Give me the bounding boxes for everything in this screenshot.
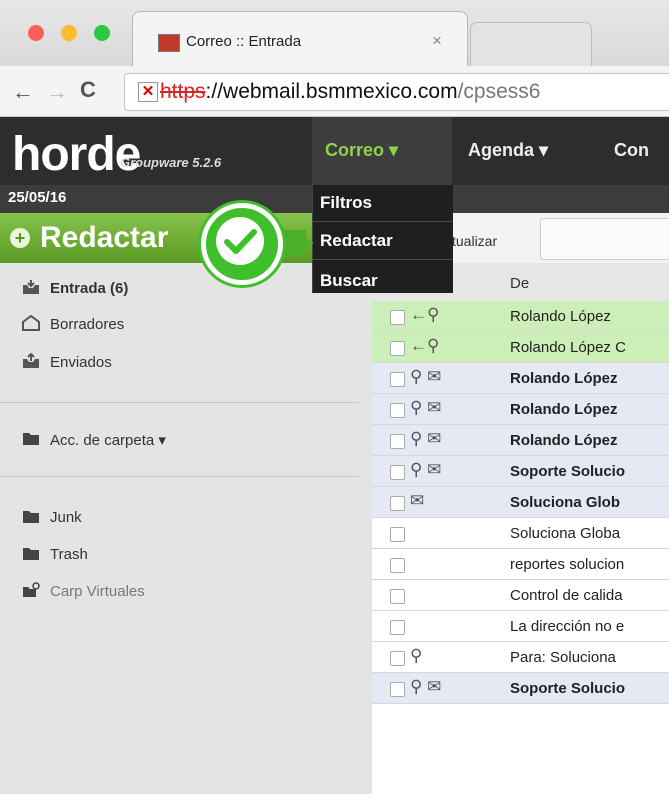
message-row[interactable]: reportes solucion (372, 549, 669, 580)
close-window-button[interactable] (28, 25, 44, 41)
folder-icon (23, 548, 39, 560)
new-tab-button[interactable] (470, 22, 592, 67)
message-status-icon: ⚲ ✉ (410, 367, 442, 386)
plus-icon: + (10, 228, 30, 248)
minimize-window-button[interactable] (61, 25, 77, 41)
message-checkbox[interactable] (390, 496, 405, 511)
reload-icon[interactable]: C (80, 77, 96, 103)
message-from: Soluciona Glob (510, 494, 621, 511)
folder-trash[interactable]: Trash (50, 546, 350, 563)
message-from: Soluciona Globa (510, 525, 621, 542)
list-gutter (359, 301, 372, 794)
message-row[interactable]: ⚲ ✉ Rolando López (372, 425, 669, 456)
message-from: La dirección no e (510, 618, 625, 635)
message-checkbox[interactable] (390, 682, 405, 697)
forward-arrow-icon[interactable]: → (46, 79, 68, 105)
message-status-icon: ←⚲ (410, 305, 440, 324)
message-row[interactable]: ⚲ Para: Soluciona (372, 642, 669, 673)
sent-icon (23, 353, 39, 368)
message-checkbox[interactable] (390, 558, 405, 573)
message-row[interactable]: La dirección no e (372, 611, 669, 642)
compose-button-label[interactable]: Redactar (40, 221, 168, 255)
url-path: /cpsess6 (457, 80, 541, 103)
folder-icon (23, 433, 39, 445)
message-from: Control de calida (510, 587, 623, 604)
folder-junk[interactable]: Junk (50, 509, 350, 526)
virtual-folder-icon (23, 582, 40, 597)
message-status-icon: ⚲ (410, 646, 423, 665)
message-from: Para: Soluciona (510, 649, 616, 666)
message-checkbox[interactable] (390, 310, 405, 325)
message-row[interactable]: ⚲ ✉ Rolando López (372, 363, 669, 394)
divider (312, 221, 452, 222)
message-checkbox[interactable] (390, 589, 405, 604)
folder-icon (23, 511, 39, 523)
horde-version: Groupware 5.2.6 (120, 155, 222, 170)
message-row[interactable]: ←⚲ Rolando López (372, 301, 669, 332)
back-arrow-icon[interactable]: ← (12, 79, 34, 105)
message-row[interactable]: ⚲ ✉ Soporte Solucio (372, 673, 669, 704)
message-from: Rolando López (510, 401, 618, 418)
menu-agenda-label[interactable]: Agenda ▾ (468, 140, 548, 161)
message-checkbox[interactable] (390, 651, 405, 666)
tab-title: Correo :: Entrada (186, 33, 302, 50)
message-checkbox[interactable] (390, 341, 405, 356)
message-status-icon: ✉ (410, 491, 425, 510)
message-from: reportes solucion (510, 556, 625, 573)
menu-contactos-label[interactable]: Con (614, 140, 649, 161)
url-scheme: https (160, 80, 206, 103)
folder-drafts[interactable]: Borradores (50, 316, 350, 333)
message-from: Rolando López (510, 308, 611, 325)
folder-inbox[interactable]: Entrada (6) (50, 280, 350, 297)
current-date: 25/05/16 (8, 189, 67, 206)
message-from: Rolando López C (510, 339, 626, 356)
message-from: Rolando López (510, 370, 618, 387)
message-from: Soporte Solucio (510, 463, 626, 480)
checkmark-icon (216, 217, 264, 265)
message-from: Rolando López (510, 432, 618, 449)
url-text[interactable]: https://webmail.bsmmexico.com/cpsess6 (160, 80, 540, 104)
menu-correo-label[interactable]: Correo ▾ (325, 140, 398, 161)
message-row[interactable]: ✉ Soluciona Glob (372, 487, 669, 518)
folder-sent[interactable]: Enviados (50, 354, 350, 371)
tab-close-icon[interactable]: × (432, 31, 442, 51)
sidebar (0, 213, 359, 794)
message-status-icon: ⚲ ✉ (410, 429, 442, 448)
menu-item-filtros[interactable]: Filtros (320, 193, 372, 213)
refresh-button[interactable]: tualizar (452, 233, 497, 249)
message-from: Soporte Solucio (510, 680, 626, 697)
mail-favicon-icon (158, 34, 180, 52)
divider (312, 259, 452, 260)
message-status-icon: ⚲ ✉ (410, 398, 442, 417)
divider (0, 402, 359, 403)
message-status-icon: ⚲ ✉ (410, 460, 442, 479)
message-row[interactable]: ←⚲ Rolando López C (372, 332, 669, 363)
message-row[interactable]: Control de calida (372, 580, 669, 611)
message-checkbox[interactable] (390, 434, 405, 449)
message-checkbox[interactable] (390, 372, 405, 387)
message-checkbox[interactable] (390, 527, 405, 542)
divider (0, 476, 359, 477)
drafts-icon (22, 315, 40, 331)
column-header-from[interactable]: De (510, 275, 529, 292)
message-checkbox[interactable] (390, 620, 405, 635)
message-checkbox[interactable] (390, 465, 405, 480)
message-status-icon: ←⚲ (410, 336, 440, 355)
message-row[interactable]: ⚲ ✉ Rolando López (372, 394, 669, 425)
message-row[interactable]: Soluciona Globa (372, 518, 669, 549)
folder-actions[interactable]: Acc. de carpeta ▾ (50, 431, 350, 449)
message-status-icon: ⚲ ✉ (410, 677, 442, 696)
url-host: ://webmail.bsmmexico.com (205, 80, 458, 103)
message-row[interactable]: ⚲ ✉ Soporte Solucio (372, 456, 669, 487)
message-checkbox[interactable] (390, 403, 405, 418)
insecure-lock-icon[interactable]: ✕ (138, 82, 158, 102)
folder-virtual[interactable]: Carp Virtuales (50, 583, 350, 600)
menu-item-redactar[interactable]: Redactar (320, 231, 393, 251)
menu-item-buscar[interactable]: Buscar (320, 271, 378, 291)
toolbar-button[interactable] (540, 218, 669, 260)
inbox-icon (23, 280, 39, 294)
maximize-window-button[interactable] (94, 25, 110, 41)
